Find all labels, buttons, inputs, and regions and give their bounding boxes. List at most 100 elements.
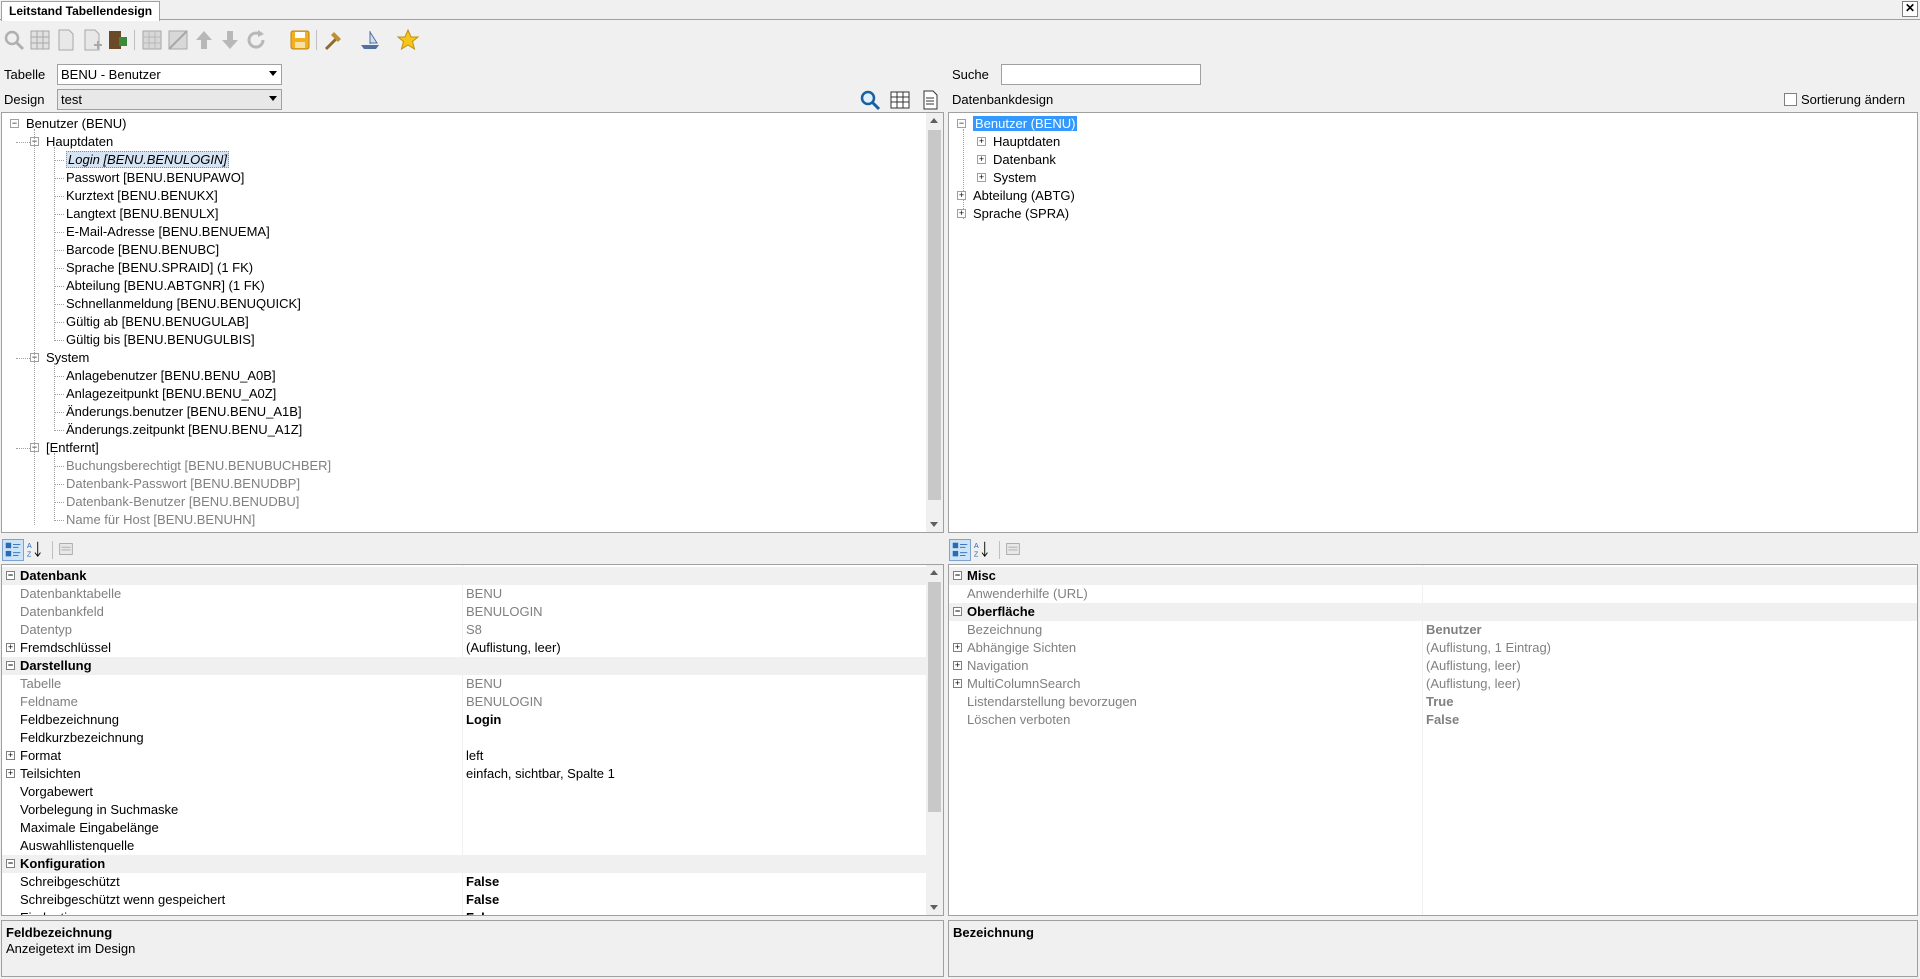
property-value[interactable]: False — [466, 909, 499, 915]
property-scrollbar[interactable] — [926, 565, 943, 915]
property-row[interactable]: Listendarstellung bevorzugen True — [949, 693, 1917, 711]
scroll-up-icon[interactable] — [930, 118, 938, 123]
tree-node-field[interactable]: Passwort [BENU.BENUPAWO] — [66, 169, 244, 187]
property-value[interactable]: (Auflistung, leer) — [466, 639, 561, 657]
tree-node-field[interactable]: Buchungsberechtigt [BENU.BENUBUCHBER] — [66, 457, 331, 475]
expand-icon[interactable]: + — [957, 191, 966, 200]
collapse-icon[interactable]: − — [6, 661, 15, 670]
expand-icon[interactable]: + — [953, 643, 962, 652]
property-row[interactable]: Vorgabewert — [2, 783, 943, 801]
expand-icon[interactable]: + — [957, 209, 966, 218]
property-value[interactable]: BENULOGIN — [466, 693, 543, 711]
expand-icon[interactable]: + — [6, 769, 15, 778]
property-row[interactable]: + MultiColumnSearch (Auflistung, leer) — [949, 675, 1917, 693]
property-value[interactable]: BENU — [466, 585, 502, 603]
property-category[interactable]: − Darstellung — [2, 657, 943, 675]
tree-node-field[interactable]: Datenbank-Benutzer [BENU.BENUDBU] — [66, 493, 299, 511]
property-value[interactable]: einfach, sichtbar, Spalte 1 — [466, 765, 615, 783]
page-icon[interactable] — [54, 28, 78, 52]
tree-node-field[interactable]: Gültig ab [BENU.BENUGULAB] — [66, 313, 249, 331]
scroll-down-icon[interactable] — [930, 905, 938, 910]
property-row[interactable]: Anwenderhilfe (URL) — [949, 585, 1917, 603]
search-icon[interactable] — [858, 88, 881, 111]
tree-node-field[interactable]: Kurztext [BENU.BENUKX] — [66, 187, 218, 205]
refresh-icon[interactable] — [244, 28, 268, 52]
tree-node-field[interactable]: Anlagebenutzer [BENU.BENU_A0B] — [66, 367, 276, 385]
arrow-down-icon[interactable] — [218, 28, 242, 52]
collapse-icon[interactable]: − — [953, 607, 962, 616]
tree-node-field[interactable]: Änderungs.benutzer [BENU.BENU_A1B] — [66, 403, 302, 421]
property-value[interactable]: False — [1426, 711, 1459, 729]
table-view-icon[interactable] — [888, 88, 910, 110]
tree-node-field[interactable]: Barcode [BENU.BENUBC] — [66, 241, 219, 259]
search-input[interactable] — [1001, 64, 1201, 85]
property-row[interactable]: Maximale Eingabelänge — [2, 819, 943, 837]
property-value[interactable]: S8 — [466, 621, 482, 639]
star-icon[interactable] — [396, 28, 420, 52]
tree-node-field[interactable]: Langtext [BENU.BENULX] — [66, 205, 218, 223]
scrollbar-thumb[interactable] — [928, 130, 941, 500]
collapse-icon[interactable]: − — [6, 571, 15, 580]
property-row[interactable]: Datenbankfeld BENULOGIN — [2, 603, 943, 621]
property-row[interactable]: + Format left — [2, 747, 943, 765]
scroll-up-icon[interactable] — [930, 570, 938, 575]
property-row[interactable]: Tabelle BENU — [2, 675, 943, 693]
arrow-up-icon[interactable] — [192, 28, 216, 52]
property-row[interactable]: Löschen verboten False — [949, 711, 1917, 729]
tree-scrollbar[interactable] — [926, 113, 943, 532]
expand-icon[interactable]: + — [953, 661, 962, 670]
property-row[interactable]: Schreibgeschützt False — [2, 873, 943, 891]
categorized-icon[interactable] — [949, 539, 971, 561]
ship-icon[interactable] — [358, 28, 382, 52]
sort-alphabetical-icon[interactable]: AZ — [25, 539, 47, 561]
collapse-icon[interactable]: − — [10, 119, 19, 128]
property-value[interactable]: BENULOGIN — [466, 603, 543, 621]
property-value[interactable]: (Auflistung, 1 Eintrag) — [1426, 639, 1551, 657]
scrollbar-thumb[interactable] — [928, 582, 941, 812]
sortierung-checkbox[interactable] — [1784, 93, 1797, 106]
expand-icon[interactable]: + — [6, 751, 15, 760]
tree-node-root[interactable]: Benutzer (BENU) — [26, 115, 126, 133]
property-row[interactable]: + Teilsichten einfach, sichtbar, Spalte 1 — [2, 765, 943, 783]
db-tree-node[interactable]: Datenbank — [993, 151, 1056, 169]
expand-icon[interactable]: + — [977, 173, 986, 182]
property-value[interactable]: left — [466, 747, 483, 765]
property-value[interactable]: Benutzer — [1426, 621, 1482, 639]
property-pages-icon[interactable] — [1003, 539, 1025, 561]
tree-node-field[interactable]: Sprache [BENU.SPRAID] (1 FK) — [66, 259, 253, 277]
property-value[interactable]: False — [466, 891, 499, 909]
property-value[interactable]: (Auflistung, leer) — [1426, 675, 1521, 693]
export-icon[interactable] — [106, 28, 130, 52]
sort-alphabetical-icon[interactable]: AZ — [972, 539, 994, 561]
property-row[interactable]: Auswahllistenquelle — [2, 837, 943, 855]
scroll-down-icon[interactable] — [930, 522, 938, 527]
tree-node-field[interactable]: Login [BENU.BENULOGIN] — [66, 151, 229, 169]
property-row[interactable]: Datenbanktabelle BENU — [2, 585, 943, 603]
table-icon[interactable] — [140, 28, 164, 52]
tree-node-group[interactable]: Hauptdaten — [46, 133, 113, 151]
hammer-icon[interactable] — [322, 28, 346, 52]
property-row[interactable]: Bezeichnung Benutzer — [949, 621, 1917, 639]
design-select[interactable]: test — [57, 89, 282, 110]
property-row[interactable]: Eindeutig False — [2, 909, 943, 915]
tree-node-field[interactable]: E-Mail-Adresse [BENU.BENUEMA] — [66, 223, 270, 241]
collapse-icon[interactable]: − — [6, 859, 15, 868]
document-icon[interactable] — [918, 88, 940, 110]
tree-node-field[interactable]: Gültig bis [BENU.BENUGULBIS] — [66, 331, 255, 349]
expand-icon[interactable]: + — [977, 137, 986, 146]
tree-node-field[interactable]: Anlagezeitpunkt [BENU.BENU_A0Z] — [66, 385, 276, 403]
db-tree-node-root[interactable]: Benutzer (BENU) — [973, 115, 1078, 133]
property-value[interactable]: BENU — [466, 675, 502, 693]
search-icon[interactable] — [2, 28, 26, 52]
property-value[interactable]: False — [466, 873, 499, 891]
expand-icon[interactable]: + — [6, 643, 15, 652]
property-row[interactable]: + Navigation (Auflistung, leer) — [949, 657, 1917, 675]
property-row[interactable]: Vorbelegung in Suchmaske — [2, 801, 943, 819]
property-value[interactable]: Login — [466, 711, 501, 729]
tree-node-field[interactable]: Schnellanmeldung [BENU.BENUQUICK] — [66, 295, 301, 313]
page-add-icon[interactable] — [80, 28, 104, 52]
property-pages-icon[interactable] — [56, 539, 78, 561]
property-row[interactable]: Feldname BENULOGIN — [2, 693, 943, 711]
grid-icon[interactable] — [28, 28, 52, 52]
property-row[interactable]: Feldbezeichnung Login — [2, 711, 943, 729]
